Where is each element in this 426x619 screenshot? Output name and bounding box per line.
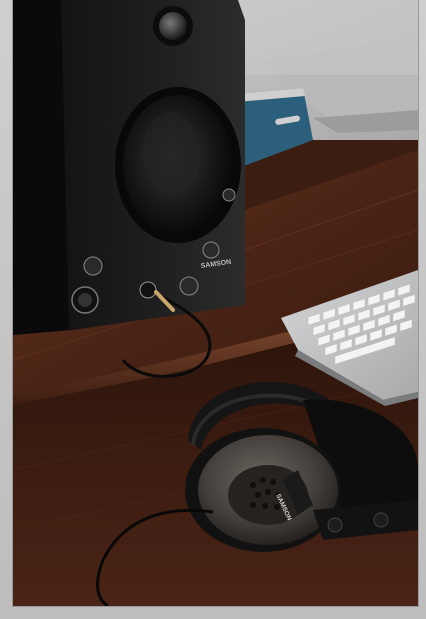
knob-icon	[222, 188, 236, 202]
photo-scene: SAMSON SAMSON	[13, 0, 418, 606]
image-frame: SAMSON SAMSON	[0, 0, 426, 619]
product-photo: SAMSON SAMSON	[13, 0, 418, 606]
knob-icon	[179, 276, 199, 296]
jack-icon	[139, 281, 157, 299]
knob-icon	[202, 241, 220, 259]
knob-icon	[83, 256, 103, 276]
studio-monitor-speaker: SAMSON	[13, 0, 245, 335]
